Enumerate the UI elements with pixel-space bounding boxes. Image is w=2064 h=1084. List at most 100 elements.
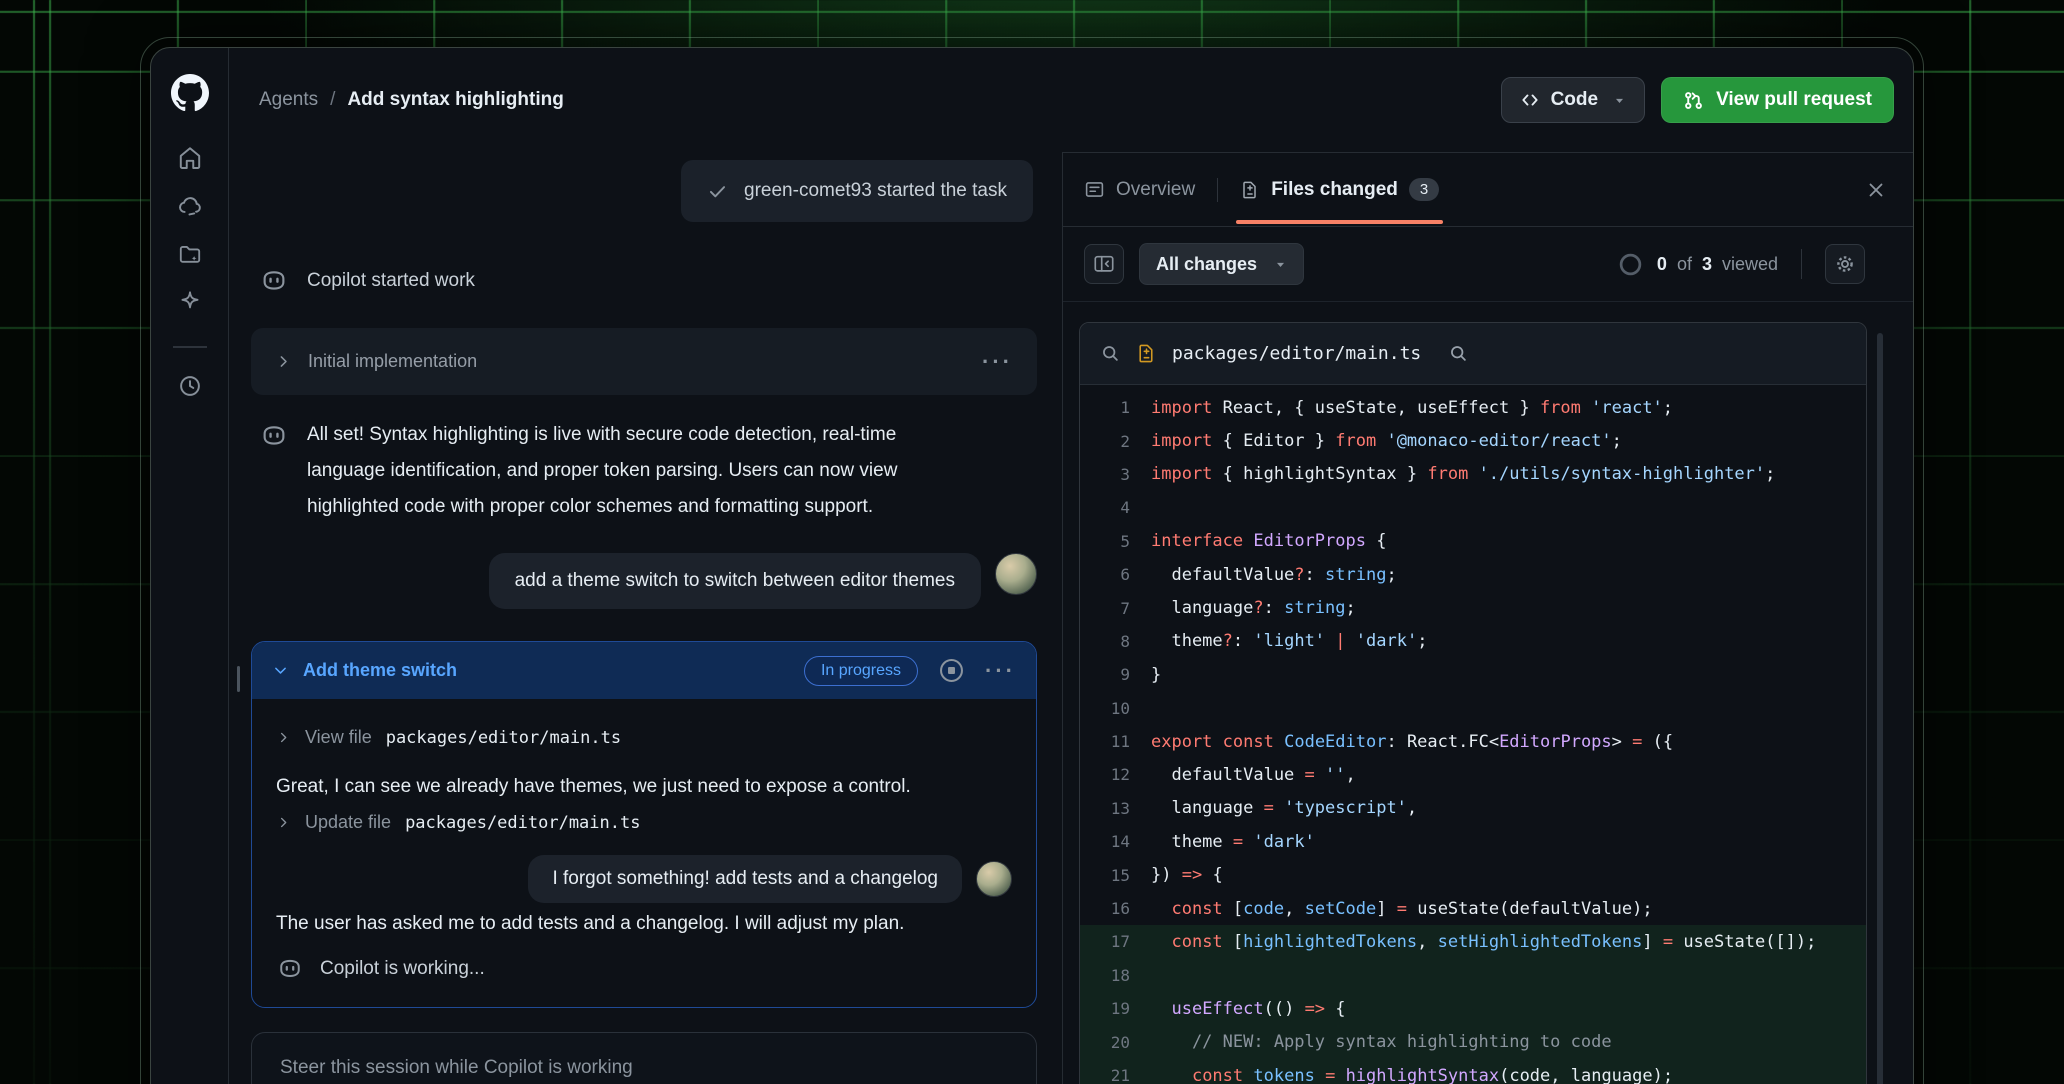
viewed-suffix: viewed [1722, 254, 1778, 275]
copilot-started-text: Copilot started work [307, 270, 475, 292]
file-diff-card: packages/editor/main.ts 1import React, {… [1079, 322, 1867, 1084]
code-button[interactable]: Code [1501, 77, 1646, 123]
main-area: Agents / Add syntax highlighting Code Vi… [229, 48, 1913, 1084]
line-number: 8 [1080, 632, 1130, 651]
search-icon[interactable] [1100, 343, 1121, 364]
git-pull-request-icon [1683, 90, 1704, 111]
sidebar-divider [173, 346, 207, 348]
close-panel-icon[interactable] [1865, 179, 1887, 201]
initial-implementation-label: Initial implementation [308, 351, 477, 372]
copilot-message: All set! Syntax highlighting is live wit… [251, 417, 1037, 525]
task-note: The user has asked me to add tests and a… [276, 913, 1012, 935]
toast-text: green-comet93 started the task [744, 180, 1007, 202]
more-options-icon[interactable]: ··· [985, 658, 1016, 684]
files-panel: Overview Files changed 3 [1062, 152, 1913, 1084]
line-number: 6 [1080, 565, 1130, 584]
copilot-working-text: Copilot is working... [320, 958, 485, 980]
user-avatar[interactable] [995, 553, 1037, 595]
file-header: packages/editor/main.ts [1080, 323, 1866, 385]
collapse-file-tree-icon[interactable] [1084, 244, 1124, 284]
status-badge: In progress [804, 656, 918, 686]
all-changes-label: All changes [1156, 254, 1257, 275]
search-icon[interactable] [1448, 343, 1469, 364]
toolbar-divider [1801, 249, 1802, 279]
copilot-avatar-icon [259, 421, 289, 525]
sidebar [151, 48, 229, 1084]
composer-input[interactable]: Steer this session while Copilot is work… [251, 1032, 1037, 1084]
chevron-right-icon [275, 353, 292, 370]
code-line: 3import { highlightSyntax } from './util… [1080, 458, 1866, 491]
breadcrumb-section[interactable]: Agents [259, 89, 318, 111]
chat-scrollbar[interactable] [237, 666, 240, 692]
task-card-header[interactable]: Add theme switch In progress ··· [252, 642, 1036, 699]
more-options-icon[interactable]: ··· [982, 349, 1013, 375]
diff-toolbar: All changes 0 of 3 viewed [1063, 227, 1913, 302]
line-number: 2 [1080, 432, 1130, 451]
update-file-path: packages/editor/main.ts [405, 813, 640, 833]
code-line: 15}) => { [1080, 858, 1866, 891]
user-avatar[interactable] [976, 861, 1012, 897]
view-pull-request-label: View pull request [1716, 89, 1872, 111]
code-line: 17 const [highlightedTokens, setHighligh… [1080, 925, 1866, 958]
active-tab-underline [1236, 220, 1443, 224]
project-folder-icon[interactable] [170, 234, 210, 274]
line-number: 10 [1080, 699, 1130, 718]
initial-implementation-section[interactable]: Initial implementation ··· [251, 328, 1037, 395]
tab-overview[interactable]: Overview [1084, 153, 1195, 226]
codespaces-cloud-icon[interactable] [170, 186, 210, 226]
copilot-started-row: Copilot started work [251, 266, 1037, 296]
chevron-down-icon [1613, 94, 1626, 107]
copilot-avatar-icon [276, 955, 304, 983]
code-button-label: Code [1551, 89, 1599, 111]
code-line: 9} [1080, 658, 1866, 691]
code-line: 12 defaultValue = '', [1080, 758, 1866, 791]
stop-icon[interactable] [938, 657, 965, 684]
line-number: 5 [1080, 532, 1130, 551]
view-file-row[interactable]: View file packages/editor/main.ts [276, 727, 1012, 748]
code-lines: 1import React, { useState, useEffect } f… [1080, 385, 1866, 1084]
line-number: 1 [1080, 398, 1130, 417]
home-icon[interactable] [170, 138, 210, 178]
chevron-down-icon [272, 662, 289, 679]
history-icon[interactable] [170, 366, 210, 406]
task-note: Great, I can see we already have themes,… [276, 776, 1012, 798]
user-message-bubble: I forgot something! add tests and a chan… [528, 855, 962, 903]
copilot-avatar-icon [259, 266, 289, 296]
line-number: 13 [1080, 799, 1130, 818]
tab-files-changed[interactable]: Files changed 3 [1240, 153, 1439, 226]
chevron-down-icon [1274, 258, 1287, 271]
copilot-sparkle-icon[interactable] [170, 282, 210, 322]
chevron-right-icon [276, 815, 291, 830]
code-line: 8 theme?: 'light' | 'dark'; [1080, 625, 1866, 658]
viewed-total: 3 [1702, 254, 1712, 275]
view-pull-request-button[interactable]: View pull request [1661, 77, 1894, 123]
copilot-message-text: All set! Syntax highlighting is live wit… [307, 417, 897, 525]
code-line: 19 useEffect(() => { [1080, 992, 1866, 1025]
gear-icon[interactable] [1825, 244, 1865, 284]
code-icon [1520, 90, 1540, 110]
chevron-right-icon [276, 730, 291, 745]
code-line: 7 language?: string; [1080, 591, 1866, 624]
copilot-working-row: Copilot is working... [276, 955, 1012, 983]
task-card-add-theme-switch: Add theme switch In progress ··· View fi… [251, 641, 1037, 1008]
viewed-current: 0 [1657, 254, 1667, 275]
line-number: 20 [1080, 1033, 1130, 1052]
viewed-of: of [1677, 254, 1692, 275]
line-number: 15 [1080, 866, 1130, 885]
line-number: 3 [1080, 465, 1130, 484]
file-diff-icon [1136, 343, 1157, 364]
line-number: 18 [1080, 966, 1130, 985]
code-line: 21 const tokens = highlightSyntax(code, … [1080, 1059, 1866, 1084]
code-line: 13 language = 'typescript', [1080, 792, 1866, 825]
file-path: packages/editor/main.ts [1172, 343, 1421, 364]
update-file-row[interactable]: Update file packages/editor/main.ts [276, 812, 1012, 833]
panel-scrollbar[interactable] [1877, 333, 1883, 1084]
github-logo-icon[interactable] [171, 74, 209, 112]
user-message-row: add a theme switch to switch between edi… [251, 553, 1037, 609]
update-file-label: Update file [305, 812, 391, 833]
view-file-label: View file [305, 727, 372, 748]
viewed-progress-ring [1618, 252, 1643, 277]
line-number: 4 [1080, 498, 1130, 517]
all-changes-dropdown[interactable]: All changes [1139, 243, 1304, 285]
code-line: 1import React, { useState, useEffect } f… [1080, 391, 1866, 424]
